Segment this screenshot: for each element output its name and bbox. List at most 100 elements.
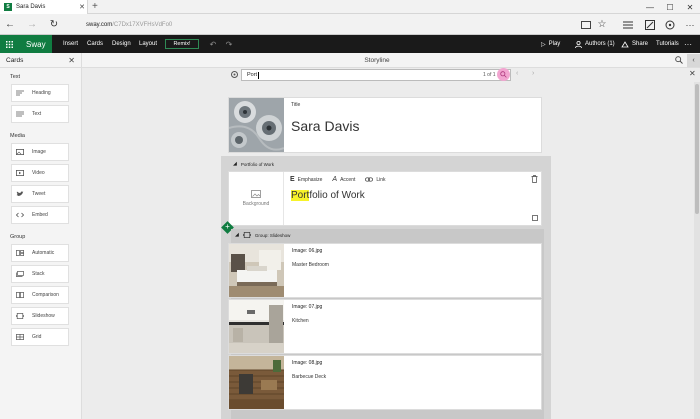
find-search-icon: [500, 71, 507, 78]
barbecue-deck-image[interactable]: [229, 356, 284, 409]
card-slideshow[interactable]: Slideshow: [11, 307, 69, 325]
image-3-caption[interactable]: Barbecue Deck: [292, 374, 326, 380]
window-close-icon[interactable]: ✕: [680, 0, 700, 14]
storyline-scrollbar-thumb[interactable]: [695, 84, 699, 214]
stack-icon: [16, 271, 24, 277]
find-close-icon[interactable]: ✕: [689, 69, 696, 78]
group-heading: Group: Slideshow: [254, 232, 291, 238]
url-field[interactable]: sway.com/C7Dx17XVFHsVdFo0: [86, 18, 566, 31]
card-embed[interactable]: Embed: [11, 206, 69, 224]
section-header[interactable]: ◢ Portfolio of Work: [233, 159, 274, 169]
title-image[interactable]: [229, 98, 284, 152]
refresh-icon[interactable]: ↻: [46, 17, 62, 32]
reading-view-icon[interactable]: [578, 17, 594, 32]
emphasize-button[interactable]: E Emphasize: [290, 176, 322, 183]
cards-panel-header: Cards ✕: [0, 53, 82, 68]
sway-favicon-icon: S: [4, 3, 12, 11]
group-header[interactable]: ◢ Group: Slideshow: [235, 230, 290, 240]
link-button[interactable]: Link: [365, 177, 386, 183]
share-button[interactable]: Share: [621, 35, 648, 53]
find-count: 1 of 1: [483, 72, 496, 78]
card-comparison[interactable]: Comparison: [11, 286, 69, 304]
share-page-icon[interactable]: [662, 17, 678, 32]
card-comparison-label: Comparison: [32, 292, 59, 298]
find-prev-icon[interactable]: ‹: [516, 70, 518, 77]
menu-insert[interactable]: Insert: [63, 35, 78, 53]
new-tab-icon[interactable]: +: [92, 1, 98, 13]
sway-app-bar: Sway Insert Cards Design Layout Remix! ↶…: [0, 35, 700, 53]
background-image-icon: [251, 190, 261, 198]
cards-panel-title: Cards: [6, 56, 24, 64]
back-icon[interactable]: ←: [2, 17, 18, 32]
section-heading-text[interactable]: Portfolio of Work: [291, 190, 365, 201]
kitchen-image[interactable]: [229, 300, 284, 353]
card-automatic-label: Automatic: [32, 250, 55, 256]
browser-tab[interactable]: S Sara Davis ✕: [0, 0, 88, 14]
card-tweet[interactable]: Tweet: [11, 185, 69, 203]
card-video[interactable]: Video: [11, 164, 69, 182]
card-video-label: Video: [32, 170, 45, 176]
maximize-icon[interactable]: ☐: [660, 0, 680, 14]
app-launcher-icon[interactable]: [0, 35, 18, 53]
twitter-bird-icon: [16, 191, 24, 196]
authors-label: Authors (1): [585, 41, 615, 47]
url-host: sway.com: [86, 21, 113, 28]
title-card-label: Title: [291, 102, 301, 108]
card-slideshow-label: Slideshow: [32, 313, 55, 319]
image-1-caption[interactable]: Master Bedroom: [292, 262, 329, 268]
redo-icon[interactable]: ↷: [222, 35, 236, 53]
section-collapse-icon[interactable]: ◢: [233, 161, 237, 167]
card-stack-label: Stack: [32, 271, 45, 277]
card-automatic[interactable]: Automatic: [11, 244, 69, 262]
play-button[interactable]: ▷ Play: [541, 35, 560, 53]
find-input[interactable]: Port: [241, 69, 511, 81]
background-label: Background: [242, 201, 270, 207]
storyline-title: Storyline: [364, 57, 390, 64]
authors-button[interactable]: Authors (1): [575, 35, 615, 53]
image-icon: [16, 149, 24, 155]
background-placeholder[interactable]: Background: [229, 172, 284, 225]
remix-button[interactable]: Remix!: [165, 39, 199, 49]
grid-icon: [16, 334, 24, 340]
card-checkbox[interactable]: [532, 215, 538, 221]
tutorials-button[interactable]: Tutorials: [656, 35, 679, 53]
storyline-search-icon[interactable]: [675, 56, 683, 64]
title-card-text[interactable]: Sara Davis: [291, 118, 359, 134]
sway-brand[interactable]: Sway: [18, 35, 52, 53]
card-stack[interactable]: Stack: [11, 265, 69, 283]
find-query: Port: [247, 72, 258, 78]
tab-close-icon[interactable]: ✕: [77, 3, 87, 11]
delete-card-icon[interactable]: [531, 175, 538, 183]
undo-icon[interactable]: ↶: [206, 35, 220, 53]
collapse-panel-icon[interactable]: ‹: [687, 54, 700, 67]
favorite-star-icon[interactable]: ☆: [594, 17, 610, 32]
accent-icon: A: [332, 176, 338, 183]
hub-icon[interactable]: [620, 17, 636, 32]
group-collapse-icon[interactable]: ◢: [235, 232, 239, 238]
image-3-filename: Image: 08.jpg: [292, 360, 323, 366]
minimize-icon[interactable]: —: [640, 0, 660, 14]
card-grid[interactable]: Grid: [11, 328, 69, 346]
menu-cards[interactable]: Cards: [87, 35, 103, 53]
menu-design[interactable]: Design: [112, 35, 131, 53]
more-icon[interactable]: ···: [682, 17, 698, 32]
menu-layout[interactable]: Layout: [139, 35, 157, 53]
card-embed-label: Embed: [32, 212, 48, 218]
card-image[interactable]: Image: [11, 143, 69, 161]
accent-button[interactable]: A Accent: [332, 176, 355, 183]
bedroom-image[interactable]: [229, 244, 284, 297]
cards-panel-close-icon[interactable]: ✕: [68, 56, 75, 65]
tutorials-label: Tutorials: [656, 41, 679, 47]
format-toolbar: E Emphasize A Accent Link: [290, 175, 386, 184]
text-cursor: [257, 71, 259, 79]
web-note-icon[interactable]: [642, 17, 658, 32]
find-settings-icon[interactable]: [230, 70, 239, 79]
forward-icon[interactable]: →: [24, 17, 40, 32]
card-heading[interactable]: Heading: [11, 84, 69, 102]
card-text[interactable]: Text: [11, 105, 69, 123]
section-heading: Portfolio of Work: [240, 161, 275, 167]
find-next-icon[interactable]: ›: [532, 70, 534, 77]
settings-more-icon[interactable]: ···: [684, 35, 692, 53]
image-2-caption[interactable]: Kitchen: [292, 318, 309, 324]
find-search-button[interactable]: [497, 68, 510, 81]
